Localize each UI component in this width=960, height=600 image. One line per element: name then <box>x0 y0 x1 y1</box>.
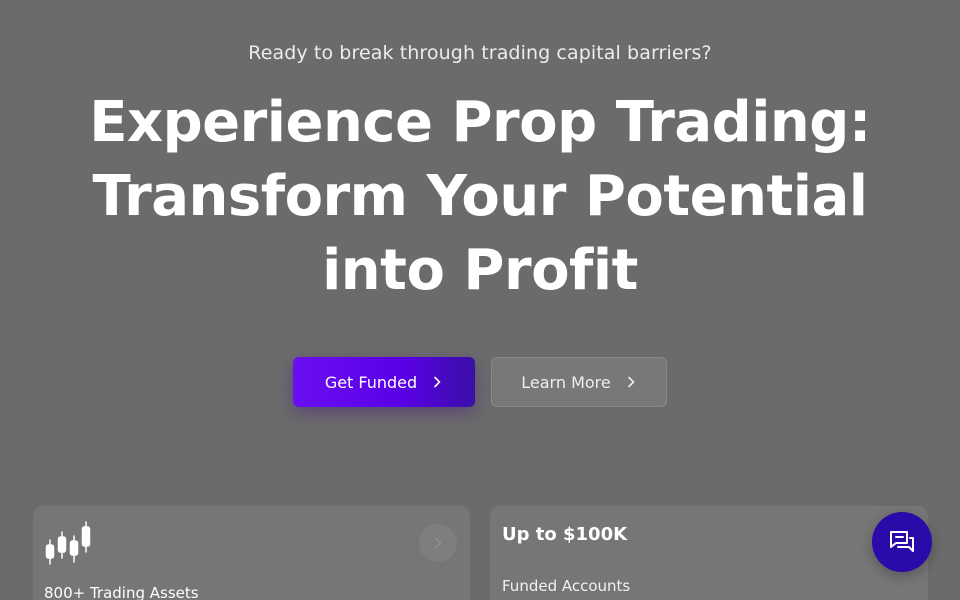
trading-assets-label: 800+ Trading Assets <box>44 584 199 600</box>
chevron-right-icon <box>434 376 441 388</box>
trading-assets-card[interactable]: 800+ Trading Assets <box>33 506 470 600</box>
hero-eyebrow: Ready to break through trading capital b… <box>248 42 712 64</box>
card-arrow-button[interactable] <box>419 524 457 562</box>
chevron-right-icon <box>627 376 635 388</box>
candlestick-chart-icon <box>45 521 91 565</box>
chevron-right-icon <box>435 537 442 549</box>
learn-more-button[interactable]: Learn More <box>491 357 667 407</box>
get-funded-label: Get Funded <box>324 372 418 392</box>
landing-page: Ready to break through trading capital b… <box>0 0 960 600</box>
hero-headline: Experience Prop Trading: Transform Your … <box>89 90 871 303</box>
chat-button[interactable] <box>872 512 932 572</box>
cta-row: Get Funded Learn More <box>293 357 667 407</box>
learn-more-label: Learn More <box>521 372 611 392</box>
get-funded-button[interactable]: Get Funded <box>293 357 475 407</box>
funded-accounts-label: Funded Accounts <box>502 577 631 595</box>
funded-accounts-card[interactable]: Up to $100K Funded Accounts <box>490 506 928 600</box>
chat-bubbles-icon <box>890 531 914 552</box>
funding-amount-title: Up to $100K <box>502 524 628 545</box>
